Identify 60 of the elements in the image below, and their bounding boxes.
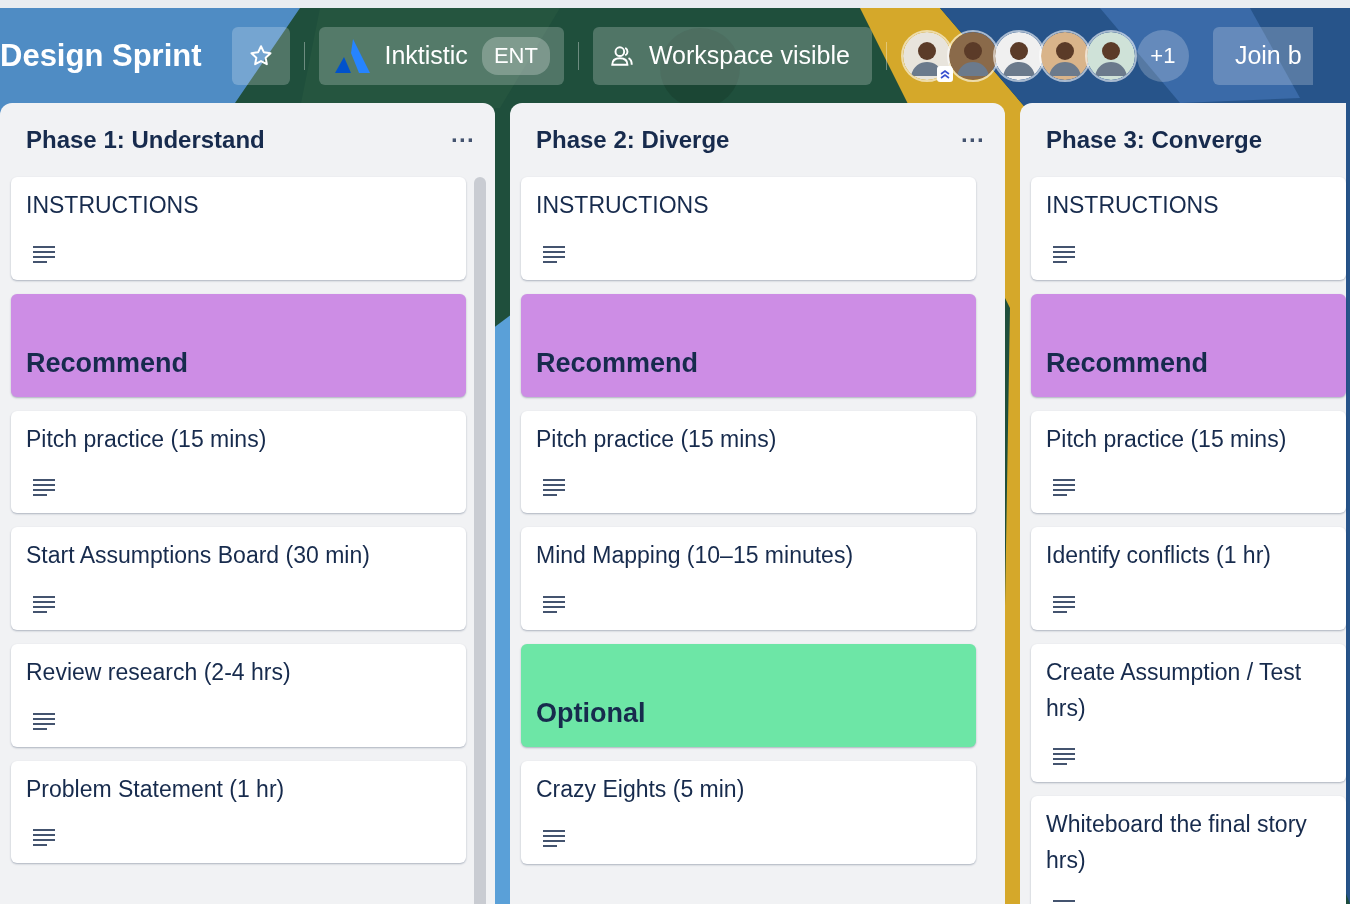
card-title: Crazy Eights (5 min) xyxy=(536,774,746,804)
avatar[interactable] xyxy=(1084,29,1137,82)
card-title: INSTRUCTIONS xyxy=(26,191,200,220)
card-title: Create Assumption / Test hrs) xyxy=(1046,657,1303,723)
description-icon xyxy=(542,477,566,498)
list-menu-button[interactable]: ··· xyxy=(451,126,475,154)
description-icon xyxy=(32,477,56,498)
description-icon xyxy=(32,827,56,848)
card[interactable]: Mind Mapping (10–15 minutes) xyxy=(521,527,976,630)
card-title: Problem Statement (1 hr) xyxy=(26,774,286,804)
board-title: Design Sprint xyxy=(0,37,202,74)
description-icon xyxy=(542,593,566,614)
card[interactable]: Identify conflicts (1 hr) xyxy=(1031,527,1346,630)
label-card[interactable]: Optional xyxy=(521,643,976,747)
visibility-button[interactable]: Workspace visible xyxy=(592,26,872,85)
label-card[interactable]: Recommend xyxy=(1031,293,1346,397)
card-title: Identify conflicts (1 hr) xyxy=(1046,541,1272,571)
card-title: Review research (2-4 hrs) xyxy=(26,657,292,687)
card[interactable]: Create Assumption / Test hrs) xyxy=(1031,643,1346,783)
card-title: Whiteboard the final story hrs) xyxy=(1046,810,1308,875)
card[interactable]: Problem Statement (1 hr) xyxy=(11,760,466,864)
description-icon xyxy=(1052,477,1076,498)
card-title: INSTRUCTIONS xyxy=(536,191,710,220)
card[interactable]: INSTRUCTIONS xyxy=(521,177,976,280)
workspace-button[interactable]: Inktistic ENT xyxy=(318,26,564,85)
card[interactable]: INSTRUCTIONS xyxy=(1031,177,1346,280)
card[interactable]: Crazy Eights (5 min) xyxy=(521,760,976,864)
card[interactable]: Whiteboard the final story hrs) xyxy=(1031,796,1346,904)
description-icon xyxy=(32,243,56,264)
avatar[interactable] xyxy=(900,29,953,82)
description-icon xyxy=(32,710,56,731)
card-title: Pitch practice (15 mins) xyxy=(536,424,778,454)
label-card[interactable]: Recommend xyxy=(11,293,466,397)
more-members-button[interactable]: +1 xyxy=(1136,29,1189,82)
label-card[interactable]: Recommend xyxy=(521,293,976,397)
card-title: INSTRUCTIONS xyxy=(1046,191,1220,220)
star-button[interactable] xyxy=(231,26,290,85)
card[interactable]: Start Assumptions Board (30 min) xyxy=(11,527,466,630)
card[interactable]: Pitch practice (15 mins) xyxy=(521,410,976,514)
card[interactable]: Review research (2-4 hrs) xyxy=(11,643,466,747)
join-button[interactable]: Join b xyxy=(1212,26,1313,85)
list-title: Phase 1: Understand xyxy=(26,126,265,154)
scrollbar[interactable] xyxy=(474,177,486,904)
card-title: Mind Mapping (10–15 minutes) xyxy=(536,541,855,571)
card[interactable]: INSTRUCTIONS xyxy=(11,177,466,280)
description-icon xyxy=(32,593,56,614)
description-icon xyxy=(542,827,566,848)
list-title: Phase 2: Diverge xyxy=(536,126,730,154)
description-icon xyxy=(542,243,566,264)
description-icon xyxy=(1052,746,1076,767)
description-icon xyxy=(1052,243,1076,264)
card[interactable]: Pitch practice (15 mins) xyxy=(11,410,466,514)
description-icon xyxy=(1052,593,1076,614)
plan-badge: ENT xyxy=(481,36,550,75)
list-menu-button[interactable]: ··· xyxy=(961,126,985,154)
list-title: Phase 3: Converge xyxy=(1046,126,1263,154)
card-title: Pitch practice (15 mins) xyxy=(1046,424,1288,454)
card-title: Start Assumptions Board (30 min) xyxy=(26,541,371,571)
card-title: Pitch practice (15 mins) xyxy=(26,424,268,454)
card[interactable]: Pitch practice (15 mins) xyxy=(1031,410,1346,514)
